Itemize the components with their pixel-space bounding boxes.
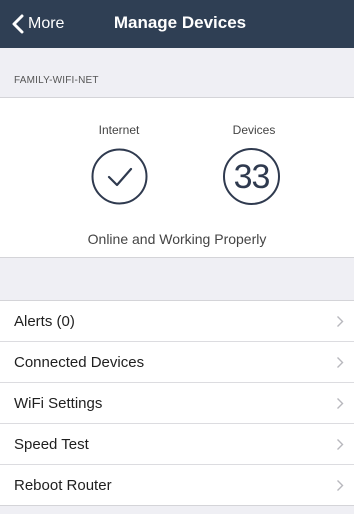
chevron-right-icon xyxy=(336,479,344,492)
menu-item-label: Speed Test xyxy=(14,436,89,453)
menu-item-speed-test[interactable]: Speed Test xyxy=(0,424,354,465)
menu-item-wifi-settings[interactable]: WiFi Settings xyxy=(0,383,354,424)
network-name: FAMILY-WIFI-NET xyxy=(14,75,99,86)
navigation-bar: More Manage Devices xyxy=(0,0,354,48)
device-count: 33 xyxy=(233,157,271,196)
settings-menu: Alerts (0) Connected Devices WiFi Settin… xyxy=(0,300,354,506)
network-section-header: FAMILY-WIFI-NET xyxy=(0,48,354,98)
menu-item-alerts[interactable]: Alerts (0) xyxy=(0,301,354,342)
menu-item-label: Alerts (0) xyxy=(14,313,75,330)
devices-label: Devices xyxy=(232,123,276,137)
menu-item-label: Reboot Router xyxy=(14,477,112,494)
menu-item-connected-devices[interactable]: Connected Devices xyxy=(0,342,354,383)
chevron-right-icon xyxy=(336,356,344,369)
menu-item-label: WiFi Settings xyxy=(14,395,103,412)
checkmark-circle-icon xyxy=(91,148,148,205)
chevron-right-icon xyxy=(336,397,344,410)
menu-item-label: Connected Devices xyxy=(14,354,145,371)
device-count-badge[interactable]: 33 xyxy=(223,148,280,205)
network-status-panel: Internet Devices 33 Online and Working P… xyxy=(0,98,354,258)
chevron-right-icon xyxy=(336,438,344,451)
page-title: Manage Devices xyxy=(113,13,247,32)
internet-label: Internet xyxy=(98,123,140,137)
connection-status-text: Online and Working Properly xyxy=(87,231,267,247)
menu-item-reboot-router[interactable]: Reboot Router xyxy=(0,465,354,506)
chevron-right-icon xyxy=(336,315,344,328)
